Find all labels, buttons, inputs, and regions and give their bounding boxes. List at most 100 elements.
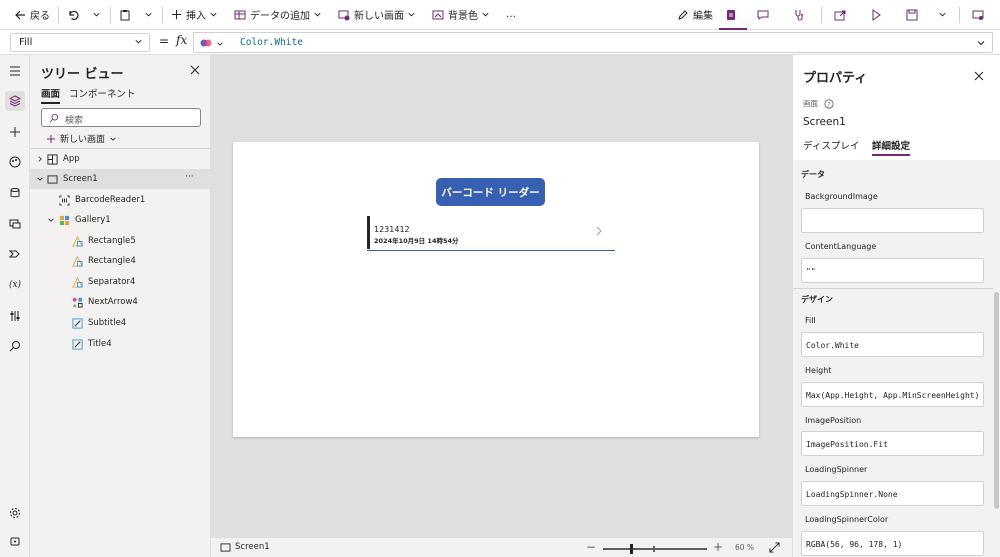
property-input-height[interactable]: Max(App.Height, App.MinScreenHeight) [801, 382, 984, 407]
property-selector[interactable]: Fill [10, 33, 150, 52]
zoom-slider[interactable] [603, 544, 707, 554]
barcode-reader-button[interactable]: バーコード リーダー [436, 178, 545, 206]
property-input-imageposition[interactable]: ImagePosition.Fit [801, 431, 984, 456]
divider [959, 6, 960, 23]
tree-item-title4[interactable]: Title4 [30, 334, 210, 354]
variables-icon[interactable]: (x) [5, 275, 25, 295]
tree-item-app[interactable]: App [30, 149, 210, 169]
gallery-title: 1231412 [374, 225, 410, 234]
property-input-fill[interactable]: Color.White [801, 332, 984, 357]
copilot-icon[interactable] [200, 37, 212, 49]
play-button[interactable] [860, 0, 896, 30]
more-options-icon[interactable]: ··· [185, 172, 194, 182]
more-label: … [506, 9, 516, 20]
help-icon[interactable]: ? [824, 98, 834, 109]
gallery1[interactable]: 1231412 2024年10月9日 14時54分 [367, 216, 615, 252]
tab-screens[interactable]: 画面 [41, 86, 61, 104]
chevron-down-icon[interactable] [47, 216, 55, 224]
property-input-loadingspinnercolor[interactable]: RGBA(56, 96, 178, 1) [801, 531, 984, 556]
property-label: Fill [805, 316, 816, 325]
edit-button[interactable]: 編集 [671, 0, 719, 30]
expand-icon[interactable] [769, 542, 780, 553]
zoom-in-button[interactable]: + [713, 540, 723, 554]
formula-value: Color.White [240, 37, 303, 48]
command-bar: 戻る 挿入 データの追加 新しい画面 背景色 … 編集 [0, 0, 1000, 30]
edit-label: 編集 [693, 11, 713, 22]
health-button[interactable] [783, 0, 819, 30]
tab-display[interactable]: ディスプレイ [803, 138, 859, 152]
theme-icon[interactable] [5, 152, 25, 172]
data-icon[interactable] [5, 183, 25, 203]
close-icon[interactable] [190, 65, 200, 75]
tree-view-icon[interactable] [5, 91, 25, 111]
gallery-subtitle: 2024年10月9日 14時54分 [374, 237, 459, 245]
equals-sign: = [159, 34, 170, 48]
paste-dropdown[interactable] [141, 0, 160, 30]
zoom-out-button[interactable]: − [586, 540, 596, 554]
chevron-down-icon [314, 12, 321, 17]
properties-scrollbar[interactable] [993, 160, 1000, 557]
insert-button[interactable]: 挿入 [165, 0, 228, 30]
add-data-button[interactable]: データの追加 [228, 0, 332, 30]
left-rail: (x) [0, 55, 30, 557]
tree-item-screen1[interactable]: Screen1 ··· [30, 169, 210, 189]
media-icon[interactable] [5, 214, 25, 234]
power-automate-icon[interactable] [5, 244, 25, 264]
tree-view-panel: ツリー ビュー 画面 コンポーネント 検索 新しい画面 App Screen1 … [30, 55, 211, 557]
tab-components[interactable]: コンポーネント [69, 86, 136, 100]
tab-advanced[interactable]: 詳細設定 [872, 138, 911, 156]
tree-item-rectangle4[interactable]: Rectangle4 [30, 251, 210, 271]
more-button[interactable]: … [500, 0, 522, 30]
tree-item-barcodereader1[interactable]: BarcodeReader1 [30, 190, 210, 210]
property-input-loadingspinner[interactable]: LoadingSpinner.None [801, 481, 984, 506]
new-screen-link[interactable]: 新しい画面 [46, 132, 117, 145]
stethoscope-icon [795, 9, 803, 20]
property-label: BackgroundImage [805, 192, 878, 201]
undo-button[interactable] [61, 0, 89, 30]
screen-indicator[interactable]: Screen1 [220, 542, 270, 552]
tree-item-nextarrow4[interactable]: NextArrow4 [30, 292, 210, 312]
app-checker-button[interactable] [719, 2, 747, 30]
share-button[interactable] [824, 0, 860, 30]
back-button[interactable]: 戻る [0, 0, 56, 30]
insert-icon[interactable] [5, 122, 25, 142]
property-input-contentlanguage[interactable]: "" [801, 258, 984, 283]
publish-button[interactable] [962, 0, 1000, 30]
control-name[interactable]: Screen1 [803, 116, 846, 128]
tree-item-gallery1[interactable]: Gallery1 [30, 210, 210, 230]
comments-button[interactable] [747, 0, 783, 30]
chevron-right-icon[interactable] [595, 226, 603, 236]
zoom-slider-thumb[interactable] [630, 544, 633, 554]
property-input-backgroundimage[interactable] [801, 208, 984, 233]
save-button[interactable] [896, 0, 932, 30]
tree-item-separator4[interactable]: Separator4 [30, 272, 210, 292]
chevron-down-icon[interactable] [216, 40, 224, 48]
tree-item-rectangle5[interactable]: Rectangle5 [30, 231, 210, 251]
tree-item-label: BarcodeReader1 [75, 195, 146, 205]
save-dropdown[interactable] [932, 0, 957, 30]
chevron-down-icon[interactable] [36, 175, 44, 183]
chevron-right-icon[interactable] [36, 155, 44, 163]
formula-input[interactable]: Color.White [193, 32, 993, 53]
close-icon[interactable] [974, 71, 984, 81]
tree-item-subtitle4[interactable]: Subtitle4 [30, 313, 210, 333]
chevron-down-icon[interactable] [976, 38, 986, 48]
search-input[interactable]: 検索 [41, 108, 201, 127]
screen1-canvas[interactable]: バーコード リーダー 1231412 2024年10月9日 14時54分 [233, 142, 759, 437]
status-bar: Screen1 − + 60 % [211, 537, 792, 557]
virtual-agent-icon[interactable] [5, 531, 25, 551]
settings-icon[interactable] [5, 503, 25, 523]
search-icon[interactable] [5, 336, 25, 356]
hamburger-icon[interactable] [5, 61, 25, 81]
new-screen-button[interactable]: 新しい画面 [332, 0, 426, 30]
advanced-tools-icon[interactable] [5, 306, 25, 326]
tree-item-label: Rectangle5 [88, 236, 136, 246]
undo-dropdown[interactable] [89, 0, 108, 30]
scrollbar-thumb[interactable] [994, 292, 999, 509]
tree-view-title: ツリー ビュー [41, 67, 124, 82]
control-type: 画面 ? [803, 98, 834, 109]
paste-button[interactable] [113, 0, 141, 30]
divider [58, 6, 59, 23]
background-color-button[interactable]: 背景色 [426, 0, 500, 30]
arrow-left-icon [15, 10, 25, 19]
